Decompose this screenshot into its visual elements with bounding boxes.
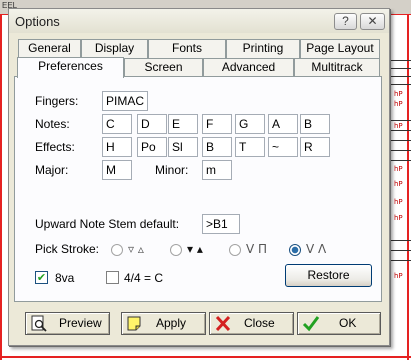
background-mark: hP xyxy=(394,214,403,222)
pick-stroke-radio-4[interactable] xyxy=(289,244,301,256)
preview-button[interactable]: Preview xyxy=(25,312,110,335)
note-field-e[interactable]: E xyxy=(168,114,198,134)
background-mark: hP xyxy=(394,122,403,130)
dialog-title: Options xyxy=(15,14,60,29)
checkbox-8va[interactable]: ✔ xyxy=(35,271,48,284)
pick-stroke-label: Pick Stroke: xyxy=(35,242,100,256)
apply-button[interactable]: Apply xyxy=(121,312,206,335)
title-bar[interactable]: Options ? ✕ xyxy=(9,9,389,33)
ok-check-icon xyxy=(302,316,320,332)
note-field-a[interactable]: A xyxy=(268,114,298,134)
minor-field[interactable]: m xyxy=(202,160,232,180)
effect-field-slide[interactable]: Sl xyxy=(168,137,198,157)
close-icon: ✕ xyxy=(367,14,378,28)
stem-default-field[interactable]: >B1 xyxy=(202,214,240,234)
background-mark: hP xyxy=(394,180,403,188)
checkbox-common-time-label: 4/4 = C xyxy=(124,271,164,285)
pick-stroke-radio-3[interactable] xyxy=(229,244,241,256)
tab-fonts[interactable]: Fonts xyxy=(148,39,226,58)
minor-label: Minor: xyxy=(155,163,189,177)
background-mark: hP xyxy=(394,90,403,98)
close-label: Close xyxy=(244,316,275,330)
major-field[interactable]: M xyxy=(102,160,132,180)
background-mark: hP xyxy=(394,100,403,108)
fingers-label: Fingers: xyxy=(35,94,79,108)
effect-field-vibrato[interactable]: ~ xyxy=(268,137,298,157)
tab-preferences[interactable]: Preferences xyxy=(17,57,124,78)
effect-field-pulloff[interactable]: Po xyxy=(137,137,167,157)
note-field-g[interactable]: G xyxy=(235,114,265,134)
tab-general[interactable]: General xyxy=(18,39,81,58)
major-label: Major: xyxy=(35,163,69,177)
fingers-field[interactable]: PIMAC xyxy=(102,91,148,111)
tab-multitrack[interactable]: Multitrack xyxy=(294,58,380,77)
background-mark: hP xyxy=(394,198,403,206)
effect-field-release[interactable]: R xyxy=(300,137,330,157)
pick-stroke-radio-2[interactable] xyxy=(170,244,182,256)
pick-stroke-radio-1[interactable] xyxy=(111,244,123,256)
note-field-c[interactable]: C xyxy=(102,114,132,134)
preview-label: Preview xyxy=(59,316,102,330)
score-border-bottom xyxy=(0,356,411,358)
note-field-d[interactable]: D xyxy=(137,114,167,134)
background-mark: hP xyxy=(394,165,403,173)
close-x-icon xyxy=(215,315,231,332)
apply-label: Apply xyxy=(156,316,187,330)
close-window-button[interactable]: ✕ xyxy=(360,13,385,30)
background-mark: hP xyxy=(394,272,403,280)
pick-stroke-symbols-2: ▾ ▴ xyxy=(187,242,203,256)
checkbox-8va-label: 8va xyxy=(55,271,75,285)
effects-label: Effects: xyxy=(35,140,75,154)
restore-button[interactable]: Restore xyxy=(285,264,372,287)
notes-label: Notes: xyxy=(35,117,70,131)
effect-field-hammer[interactable]: H xyxy=(102,137,132,157)
tab-page-layout[interactable]: Page Layout xyxy=(300,39,380,58)
tab-display[interactable]: Display xyxy=(81,39,148,58)
help-button[interactable]: ? xyxy=(334,13,357,30)
stem-default-label: Upward Note Stem default: xyxy=(35,217,180,231)
note-field-f[interactable]: F xyxy=(202,114,232,134)
preferences-panel: Fingers: PIMAC Notes: C D E F G A B Effe… xyxy=(14,76,382,302)
ok-button[interactable]: OK xyxy=(297,312,381,335)
tab-advanced[interactable]: Advanced xyxy=(203,58,294,77)
close-button[interactable]: Close xyxy=(209,312,294,335)
preview-icon xyxy=(31,315,47,332)
help-icon: ? xyxy=(342,14,349,28)
pick-stroke-symbols-4: V Λ xyxy=(306,242,327,256)
ok-label: OK xyxy=(339,316,357,330)
options-dialog: Options ? ✕ General Display Fonts Printi… xyxy=(8,8,390,346)
effect-field-tap[interactable]: T xyxy=(235,137,265,157)
tab-printing[interactable]: Printing xyxy=(226,39,300,58)
tab-screen[interactable]: Screen xyxy=(124,58,203,77)
apply-icon xyxy=(127,316,141,331)
effect-field-bend[interactable]: B xyxy=(202,137,232,157)
note-field-b[interactable]: B xyxy=(300,114,330,134)
score-border-right xyxy=(407,14,409,360)
pick-stroke-symbols-1: ▿ ▵ xyxy=(128,242,144,256)
checkbox-common-time[interactable] xyxy=(106,271,119,284)
pick-stroke-symbols-3: V Π xyxy=(246,242,268,256)
score-border-left xyxy=(0,14,2,360)
